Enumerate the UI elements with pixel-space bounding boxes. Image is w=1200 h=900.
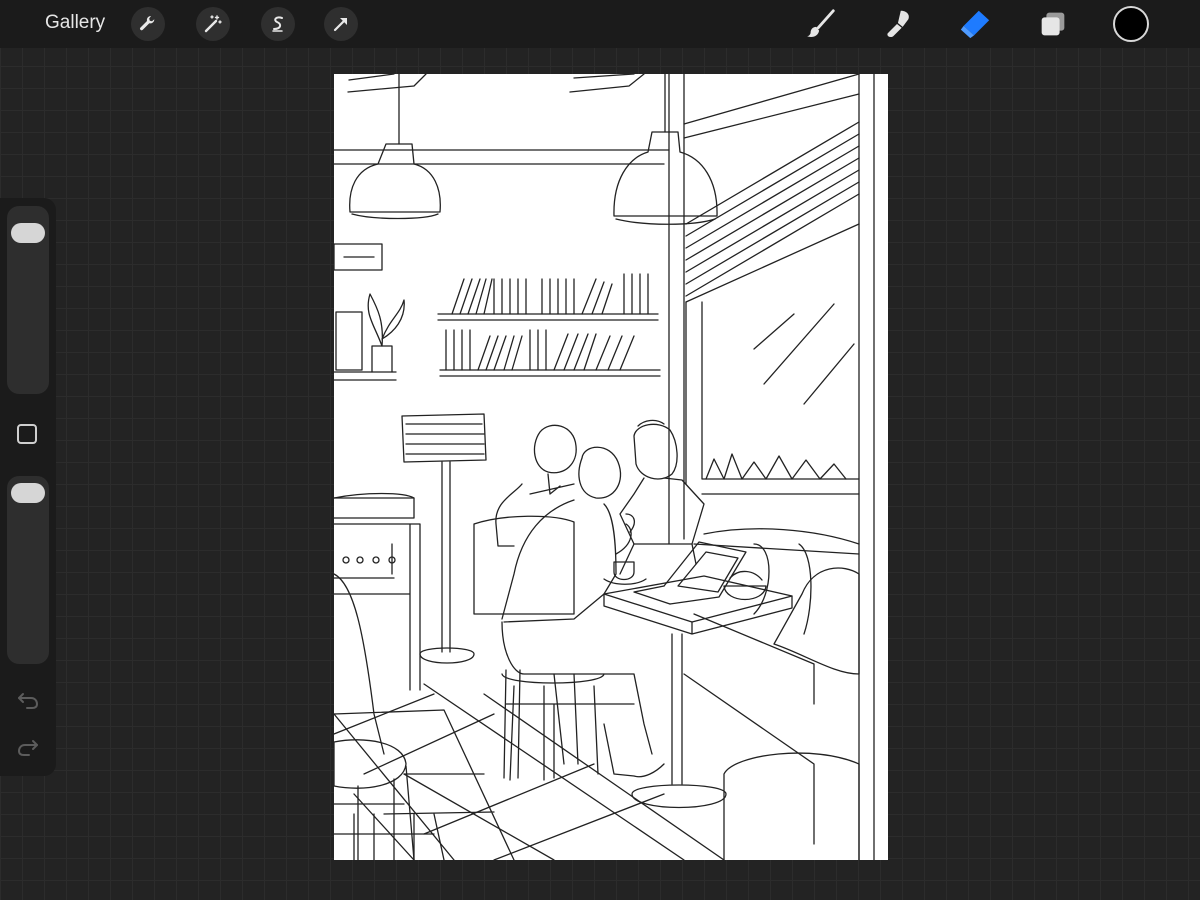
redo-icon[interactable]: [15, 735, 41, 759]
wrench-icon[interactable]: [131, 7, 165, 41]
cafe-line-art: [334, 74, 875, 860]
opacity-slider[interactable]: [7, 476, 49, 664]
layers-icon[interactable]: [1035, 6, 1071, 42]
selection-s-icon[interactable]: [261, 7, 295, 41]
drawing-canvas[interactable]: [334, 74, 888, 860]
arrow-cursor-icon[interactable]: [324, 7, 358, 41]
opacity-thumb[interactable]: [11, 483, 45, 504]
brush-icon[interactable]: [803, 6, 839, 42]
magic-wand-icon[interactable]: [196, 7, 230, 41]
top-toolbar: Gallery: [0, 0, 1200, 48]
modify-square-icon[interactable]: [17, 424, 37, 444]
brush-size-slider[interactable]: [7, 206, 49, 394]
eraser-icon[interactable]: [957, 6, 993, 42]
smudge-icon[interactable]: [879, 6, 915, 42]
brush-size-thumb[interactable]: [11, 222, 45, 243]
left-sidebar: [0, 198, 56, 776]
color-picker-swatch[interactable]: [1113, 6, 1149, 42]
gallery-button[interactable]: Gallery: [45, 12, 105, 34]
undo-icon[interactable]: [15, 688, 41, 712]
